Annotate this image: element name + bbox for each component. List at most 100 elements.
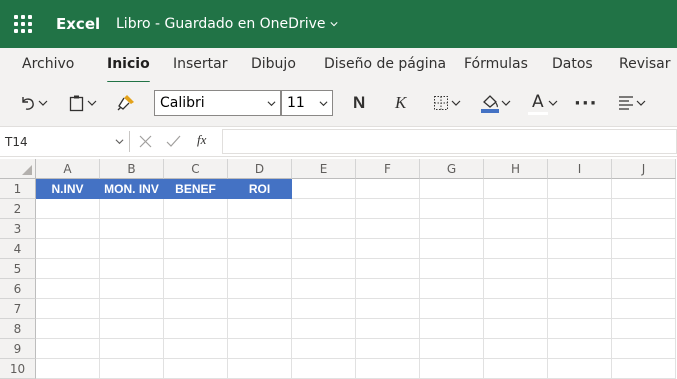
cell-c1[interactable]: BENEF — [164, 179, 228, 199]
bold-button[interactable]: N — [353, 90, 365, 116]
row-header-2[interactable]: 2 — [0, 199, 36, 219]
cell-g6[interactable] — [420, 279, 484, 299]
column-header-b[interactable]: B — [100, 159, 164, 179]
cell-b8[interactable] — [100, 319, 164, 339]
align-button[interactable] — [616, 90, 646, 116]
cell-f7[interactable] — [356, 299, 420, 319]
cell-a2[interactable] — [36, 199, 100, 219]
column-header-c[interactable]: C — [164, 159, 228, 179]
cell-c5[interactable] — [164, 259, 228, 279]
cell-h1[interactable] — [484, 179, 548, 199]
cell-g10[interactable] — [420, 359, 484, 379]
select-all-button[interactable] — [0, 159, 36, 179]
cell-b10[interactable] — [100, 359, 164, 379]
cell-h10[interactable] — [484, 359, 548, 379]
cell-c2[interactable] — [164, 199, 228, 219]
cell-b4[interactable] — [100, 239, 164, 259]
cell-a1[interactable]: N.INV — [36, 179, 100, 199]
column-header-g[interactable]: G — [420, 159, 484, 179]
insert-function-icon[interactable]: fx — [197, 132, 206, 148]
cell-g5[interactable] — [420, 259, 484, 279]
cell-d8[interactable] — [228, 319, 292, 339]
tab-dibujo[interactable]: Dibujo — [251, 56, 296, 72]
cell-i10[interactable] — [548, 359, 612, 379]
cell-j6[interactable] — [612, 279, 676, 299]
column-header-e[interactable]: E — [292, 159, 356, 179]
cell-h6[interactable] — [484, 279, 548, 299]
cell-f2[interactable] — [356, 199, 420, 219]
more-options-button[interactable]: ··· — [574, 90, 598, 116]
cancel-icon[interactable] — [139, 135, 152, 148]
row-header-7[interactable]: 7 — [0, 299, 36, 319]
cell-c4[interactable] — [164, 239, 228, 259]
column-header-j[interactable]: J — [612, 159, 676, 179]
tab-datos[interactable]: Datos — [552, 56, 593, 72]
cell-d6[interactable] — [228, 279, 292, 299]
cell-d5[interactable] — [228, 259, 292, 279]
name-box[interactable]: T14 — [3, 130, 126, 153]
cell-c7[interactable] — [164, 299, 228, 319]
cell-j5[interactable] — [612, 259, 676, 279]
paste-button[interactable] — [67, 90, 97, 116]
cell-f10[interactable] — [356, 359, 420, 379]
cell-b1[interactable]: MON. INV — [100, 179, 164, 199]
cell-e5[interactable] — [292, 259, 356, 279]
cell-h7[interactable] — [484, 299, 548, 319]
cell-i9[interactable] — [548, 339, 612, 359]
cell-j3[interactable] — [612, 219, 676, 239]
cell-j4[interactable] — [612, 239, 676, 259]
column-header-f[interactable]: F — [356, 159, 420, 179]
cell-d2[interactable] — [228, 199, 292, 219]
cell-g4[interactable] — [420, 239, 484, 259]
cell-f9[interactable] — [356, 339, 420, 359]
cell-a4[interactable] — [36, 239, 100, 259]
cell-d1[interactable]: ROI — [228, 179, 292, 199]
cell-g3[interactable] — [420, 219, 484, 239]
cell-b9[interactable] — [100, 339, 164, 359]
cell-i1[interactable] — [548, 179, 612, 199]
cell-c9[interactable] — [164, 339, 228, 359]
row-header-4[interactable]: 4 — [0, 239, 36, 259]
italic-button[interactable]: K — [395, 90, 406, 116]
cell-e4[interactable] — [292, 239, 356, 259]
cell-d3[interactable] — [228, 219, 292, 239]
font-size-select[interactable]: 11 — [281, 90, 333, 116]
cell-g7[interactable] — [420, 299, 484, 319]
cell-b5[interactable] — [100, 259, 164, 279]
cell-a6[interactable] — [36, 279, 100, 299]
cell-f6[interactable] — [356, 279, 420, 299]
cell-j9[interactable] — [612, 339, 676, 359]
fill-color-button[interactable] — [479, 90, 511, 116]
cell-j8[interactable] — [612, 319, 676, 339]
cell-a8[interactable] — [36, 319, 100, 339]
cell-j10[interactable] — [612, 359, 676, 379]
tab-insertar[interactable]: Insertar — [173, 56, 228, 72]
cell-b3[interactable] — [100, 219, 164, 239]
cell-d7[interactable] — [228, 299, 292, 319]
cell-d10[interactable] — [228, 359, 292, 379]
column-header-i[interactable]: I — [548, 159, 612, 179]
cell-a3[interactable] — [36, 219, 100, 239]
cell-b7[interactable] — [100, 299, 164, 319]
row-header-5[interactable]: 5 — [0, 259, 36, 279]
cell-h4[interactable] — [484, 239, 548, 259]
cell-i5[interactable] — [548, 259, 612, 279]
enter-icon[interactable] — [166, 135, 181, 148]
cell-f1[interactable] — [356, 179, 420, 199]
cell-e3[interactable] — [292, 219, 356, 239]
cell-c10[interactable] — [164, 359, 228, 379]
font-name-select[interactable]: Calibri — [154, 90, 281, 116]
cell-e1[interactable] — [292, 179, 356, 199]
cell-e8[interactable] — [292, 319, 356, 339]
cell-a7[interactable] — [36, 299, 100, 319]
cell-i3[interactable] — [548, 219, 612, 239]
column-header-d[interactable]: D — [228, 159, 292, 179]
cell-g1[interactable] — [420, 179, 484, 199]
document-title[interactable]: Libro - Guardado en OneDrive — [116, 16, 338, 32]
cell-f5[interactable] — [356, 259, 420, 279]
cell-h3[interactable] — [484, 219, 548, 239]
cell-j1[interactable] — [612, 179, 676, 199]
cell-g9[interactable] — [420, 339, 484, 359]
row-header-9[interactable]: 9 — [0, 339, 36, 359]
cell-i6[interactable] — [548, 279, 612, 299]
